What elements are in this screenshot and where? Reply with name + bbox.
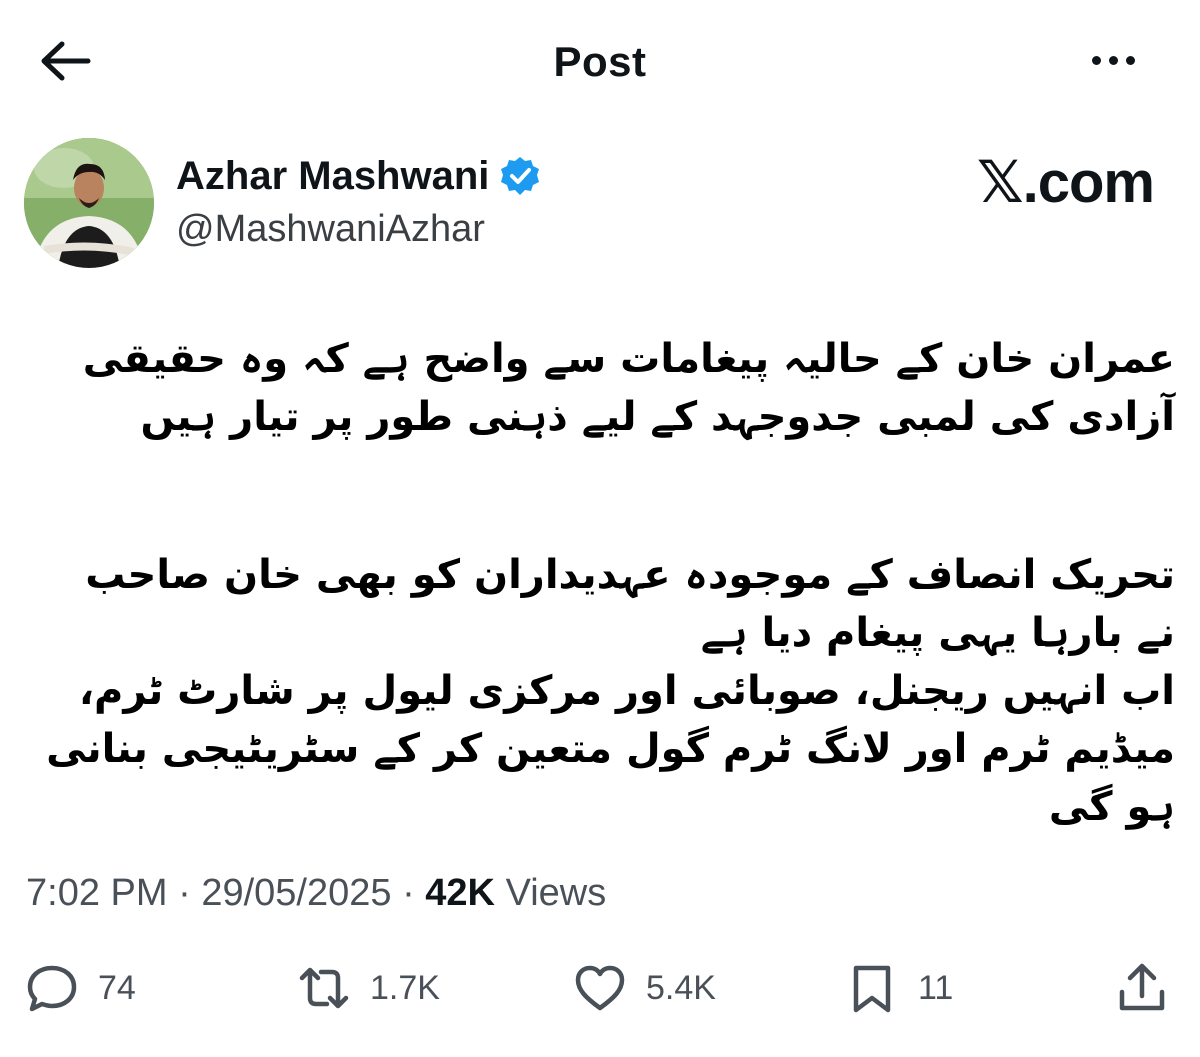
- repost-button[interactable]: 1.7K: [296, 960, 440, 1016]
- tweet-paragraph-3: اب انہیں ریجنل، صوبائی اور مرکزی لیول پر…: [46, 668, 1175, 830]
- repost-icon: [299, 967, 349, 1009]
- reply-button[interactable]: 74: [24, 960, 136, 1016]
- action-bar: 74 1.7K 5.4K 11: [0, 960, 1200, 1030]
- tweet-time[interactable]: 7:02 PM: [26, 872, 168, 914]
- author-block: Azhar Mashwani @MashwaniAzhar: [176, 150, 541, 251]
- bookmark-icon: [853, 965, 891, 1013]
- share-button[interactable]: [1114, 960, 1170, 1016]
- tweet-paragraph-2-line: تحریک انصاف کے موجودہ عہدیداران کو بھی خ…: [85, 552, 1175, 656]
- share-icon: [1119, 963, 1165, 1011]
- views-label: Views: [505, 872, 607, 914]
- bookmark-button[interactable]: 11: [844, 960, 953, 1016]
- repost-count: 1.7K: [370, 968, 440, 1007]
- more-button[interactable]: [1092, 52, 1146, 70]
- page-title: Post: [553, 38, 647, 85]
- top-bar: Post: [0, 0, 1200, 120]
- views-count: 42K: [425, 872, 495, 914]
- tweet-meta: 7:02 PM · 29/05/2025 · 42K Views: [26, 872, 607, 914]
- tweet-paragraph-1: عمران خان کے حالیہ پیغامات سے واضح ہے کہ…: [82, 336, 1175, 440]
- more-horizontal-icon: [1092, 56, 1101, 65]
- verified-badge-icon: [501, 157, 540, 195]
- like-count: 5.4K: [646, 968, 716, 1007]
- reply-count: 74: [98, 968, 136, 1007]
- x-com-watermark: 𝕏.com: [976, 150, 1155, 215]
- avatar[interactable]: [24, 138, 154, 268]
- tweet-date[interactable]: 29/05/2025: [201, 872, 391, 914]
- bookmark-count: 11: [918, 968, 954, 1007]
- tweet-paragraph-2: تحریک انصاف کے موجودہ عہدیداران کو بھی خ…: [40, 546, 1175, 836]
- author-name[interactable]: Azhar Mashwani: [176, 154, 489, 199]
- like-button[interactable]: 5.4K: [572, 960, 716, 1016]
- heart-icon: [575, 965, 625, 1011]
- reply-icon: [27, 965, 77, 1012]
- author-handle[interactable]: @MashwaniAzhar: [176, 208, 541, 251]
